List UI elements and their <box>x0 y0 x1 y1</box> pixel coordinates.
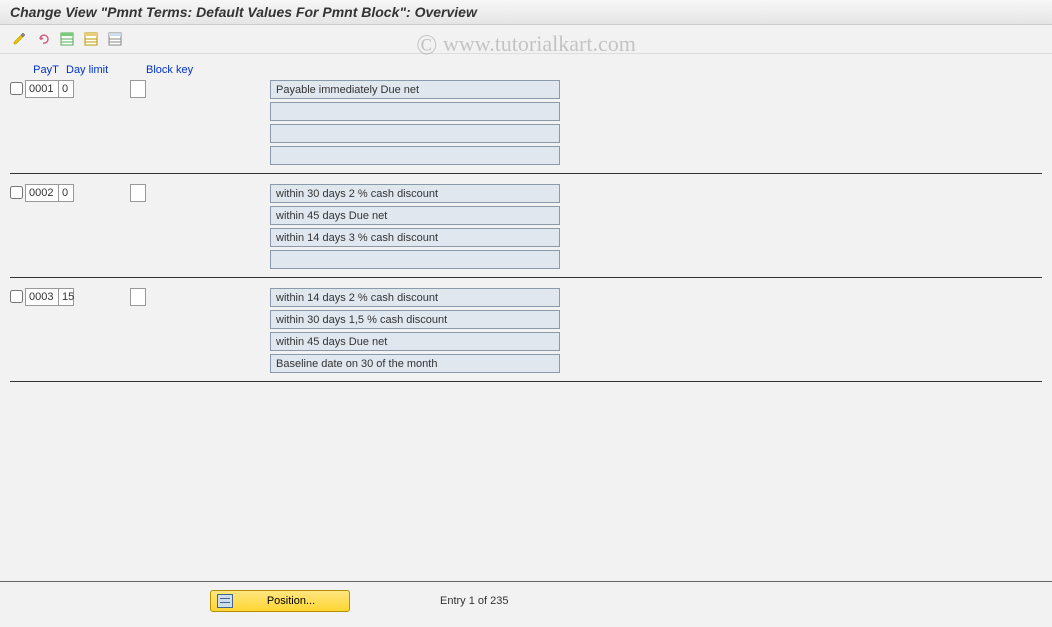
payt-field[interactable]: 0002 <box>25 184 59 202</box>
day-limit-field[interactable]: 0 <box>58 80 74 98</box>
row-select-checkbox[interactable] <box>10 290 23 303</box>
block-key-field[interactable] <box>130 80 146 98</box>
description-field: within 45 days Due net <box>270 332 560 351</box>
description-field: within 14 days 3 % cash discount <box>270 228 560 247</box>
description-field <box>270 146 560 165</box>
entry-counter: Entry 1 of 235 <box>440 595 509 607</box>
table-row: 0002 0 within 30 days 2 % cash discount … <box>10 184 1042 278</box>
position-icon <box>217 594 233 608</box>
block-key-field[interactable] <box>130 184 146 202</box>
header-payt: PayT <box>28 64 64 76</box>
row-select-checkbox[interactable] <box>10 186 23 199</box>
description-field: within 30 days 2 % cash discount <box>270 184 560 203</box>
day-limit-field[interactable]: 0 <box>58 184 74 202</box>
content-area: PayT Day limit Block key 0001 0 Payable … <box>0 54 1052 584</box>
description-field: within 45 days Due net <box>270 206 560 225</box>
column-headers: PayT Day limit Block key <box>10 64 1042 80</box>
pencil-icon <box>12 32 26 46</box>
header-block-key: Block key <box>116 64 186 76</box>
description-field <box>270 250 560 269</box>
undo-button[interactable] <box>32 29 54 49</box>
description-field <box>270 124 560 143</box>
table-row: 0003 15 within 14 days 2 % cash discount… <box>10 288 1042 382</box>
row-select-checkbox[interactable] <box>10 82 23 95</box>
change-button[interactable] <box>8 29 30 49</box>
description-field: within 30 days 1,5 % cash discount <box>270 310 560 329</box>
position-label: Position... <box>239 595 343 607</box>
day-limit-field[interactable]: 15 <box>58 288 74 306</box>
select-all-button[interactable] <box>56 29 78 49</box>
description-field: Baseline date on 30 of the month <box>270 354 560 373</box>
position-button[interactable]: Position... <box>210 590 350 612</box>
description-field: within 14 days 2 % cash discount <box>270 288 560 307</box>
undo-icon <box>36 32 50 46</box>
payt-field[interactable]: 0003 <box>25 288 59 306</box>
payt-field[interactable]: 0001 <box>25 80 59 98</box>
select-block-button[interactable] <box>80 29 102 49</box>
table-gold-icon <box>84 32 98 46</box>
deselect-button[interactable] <box>104 29 126 49</box>
header-day-limit: Day limit <box>64 64 116 76</box>
table-plain-icon <box>108 32 122 46</box>
description-field: Payable immediately Due net <box>270 80 560 99</box>
window-title: Change View "Pmnt Terms: Default Values … <box>0 0 1052 25</box>
toolbar <box>0 25 1052 54</box>
table-green-icon <box>60 32 74 46</box>
footer: Position... Entry 1 of 235 <box>0 581 1052 612</box>
table-row: 0001 0 Payable immediately Due net <box>10 80 1042 174</box>
description-field <box>270 102 560 121</box>
block-key-field[interactable] <box>130 288 146 306</box>
